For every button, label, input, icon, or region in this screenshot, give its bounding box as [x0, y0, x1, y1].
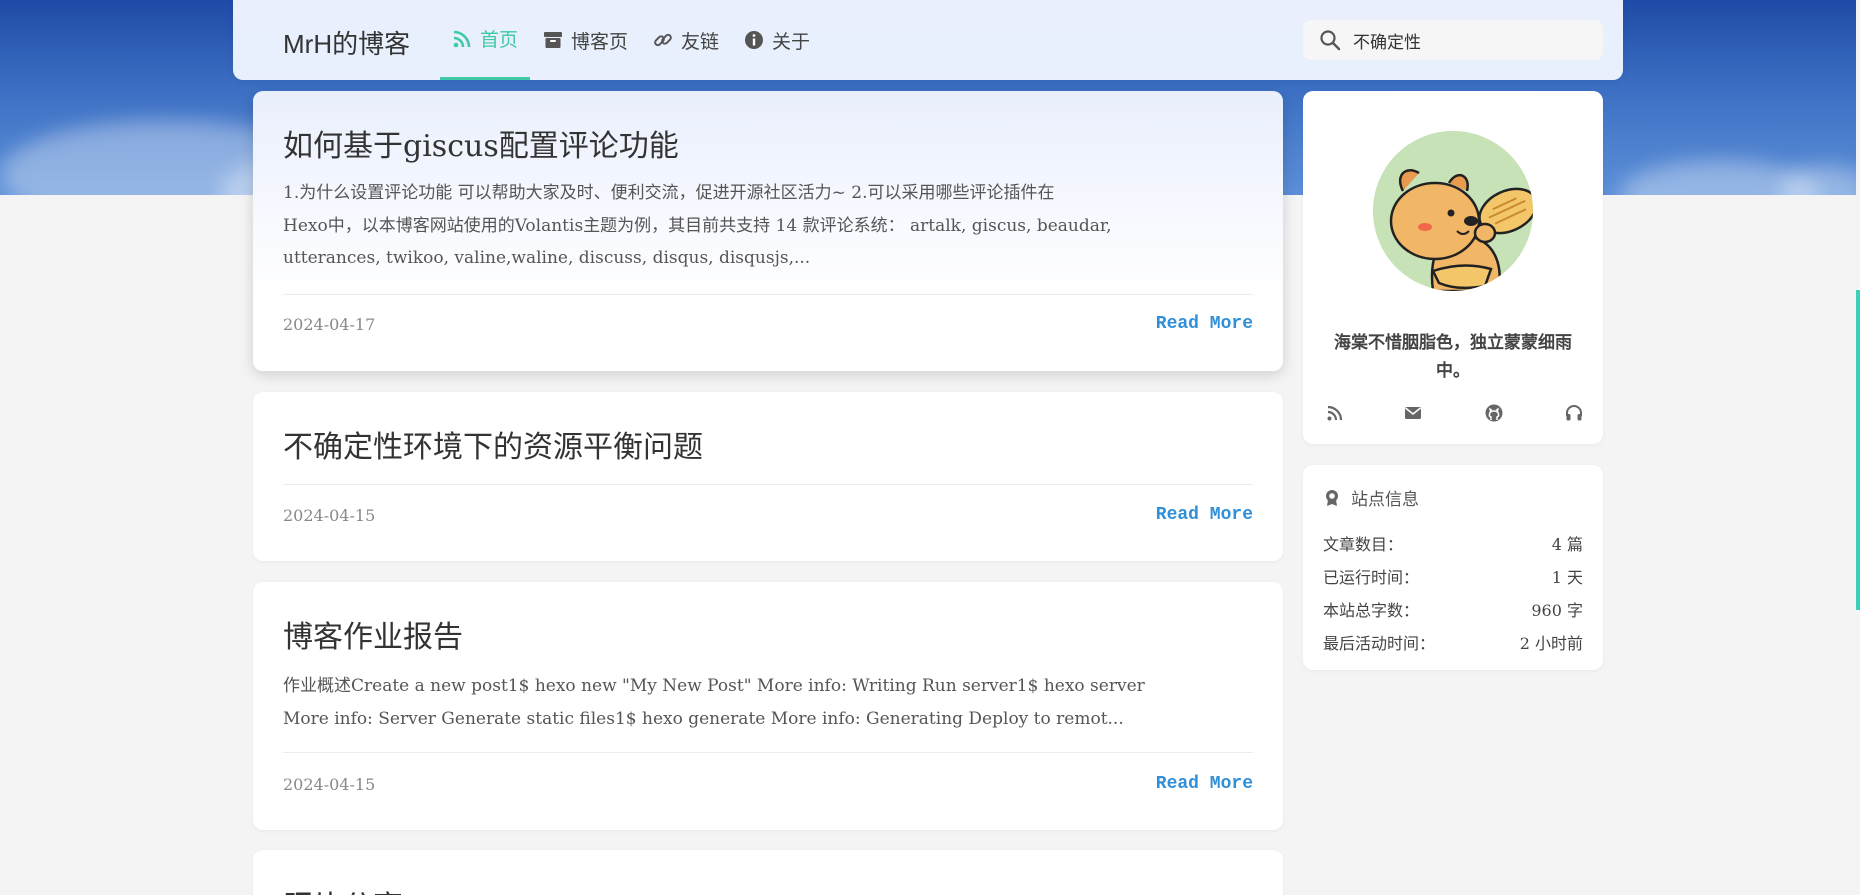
nav-blog-label: 博客页	[571, 30, 629, 53]
github-link[interactable]	[1482, 401, 1506, 425]
excerpt-line: 作业概述Create a new post1$ hexo new "My New…	[283, 676, 1145, 696]
excerpt-line: Hexo中，以本博客网站使用的Volantis主题为例，其目前共支持 14 款评…	[283, 215, 1112, 236]
post-excerpt: 作业概述Create a new post1$ hexo new "My New…	[283, 670, 1253, 735]
stat-value: 2 小时前	[1519, 634, 1583, 653]
link-icon	[654, 33, 672, 47]
post-card[interactable]: 照片分享	[253, 850, 1283, 895]
email-link[interactable]	[1401, 401, 1425, 425]
post-title[interactable]: 如何基于giscus配置评论功能	[283, 121, 679, 165]
rss-icon	[453, 30, 471, 47]
stat-row: 最后活动时间： 2 小时前	[1323, 630, 1583, 654]
post-date: 2024-04-17	[283, 315, 376, 334]
profile-card: 海棠不惜胭脂色，独立蒙蒙细雨中。	[1303, 91, 1603, 444]
read-more-link[interactable]: Read More	[1156, 314, 1253, 334]
stat-value: 960 字	[1531, 601, 1583, 620]
post-title[interactable]: 照片分享	[283, 882, 403, 895]
post-excerpt: 1.为什么设置评论功能 可以帮助大家及时、便利交流，促进开源社区活力~ 2.可以…	[283, 177, 1253, 275]
nav-home[interactable]: 首页	[440, 0, 530, 80]
nav-home-label: 首页	[479, 29, 518, 51]
nav-links-label: 友链	[681, 30, 720, 53]
card-divider	[283, 484, 1253, 485]
info-icon	[745, 31, 763, 49]
stat-label: 已运行时间：	[1323, 568, 1420, 587]
headphones-icon	[1566, 405, 1582, 421]
search-icon	[1320, 30, 1341, 51]
stat-label: 最后活动时间：	[1323, 634, 1436, 653]
site-info-heading: 站点信息	[1323, 485, 1419, 510]
read-more-link[interactable]: Read More	[1156, 774, 1253, 794]
post-title[interactable]: 博客作业报告	[283, 612, 463, 656]
post-card[interactable]: 不确定性环境下的资源平衡问题 2024-04-15 Read More	[253, 392, 1283, 561]
stat-row: 已运行时间： 1 天	[1323, 564, 1583, 588]
post-date: 2024-04-15	[283, 506, 376, 525]
archive-icon	[544, 32, 562, 48]
rss-link[interactable]	[1323, 401, 1347, 425]
excerpt-line: More info: Server Generate static files1…	[283, 708, 1124, 729]
scrollbar-thumb[interactable]	[1856, 290, 1860, 610]
rss-icon	[1327, 405, 1343, 421]
stat-label: 本站总字数：	[1323, 601, 1420, 620]
award-icon	[1326, 489, 1338, 506]
stat-row: 本站总字数： 960 字	[1323, 597, 1583, 621]
profile-motto: 海棠不惜胭脂色，独立蒙蒙细雨中。	[1334, 333, 1572, 381]
site-brand[interactable]: MrH的博客	[283, 24, 410, 61]
post-card[interactable]: 博客作业报告 作业概述Create a new post1$ hexo new …	[253, 582, 1283, 830]
stat-value: 4 篇	[1551, 535, 1583, 554]
avatar-illustration	[1373, 131, 1533, 291]
card-divider	[283, 752, 1253, 753]
nav-about-label: 关于	[772, 30, 811, 53]
avatar[interactable]	[1373, 131, 1533, 291]
card-divider	[283, 294, 1253, 295]
site-info-card: 站点信息 文章数目： 4 篇 已运行时间： 1 天 本站总字数： 960 字 最…	[1303, 465, 1603, 670]
search-box[interactable]	[1303, 20, 1603, 60]
scrollbar-track[interactable]	[1856, 0, 1860, 895]
stat-row: 文章数目： 4 篇	[1323, 531, 1583, 555]
excerpt-line: 1.为什么设置评论功能 可以帮助大家及时、便利交流，促进开源社区活力~ 2.可以…	[283, 183, 1055, 203]
stat-value: 1 天	[1551, 568, 1583, 587]
search-input[interactable]	[1351, 29, 1585, 51]
read-more-link[interactable]: Read More	[1156, 505, 1253, 525]
email-icon	[1405, 407, 1421, 419]
excerpt-line: utterances, twikoo, valine,waline, discu…	[283, 248, 811, 268]
navbar: MrH的博客 首页 博客页 友链 关于	[233, 0, 1623, 80]
site-info-title: 站点信息	[1351, 490, 1419, 510]
post-card[interactable]: 如何基于giscus配置评论功能 1.为什么设置评论功能 可以帮助大家及时、便利…	[253, 91, 1283, 371]
github-icon	[1485, 404, 1503, 422]
post-title[interactable]: 不确定性环境下的资源平衡问题	[283, 422, 703, 466]
music-link[interactable]	[1562, 401, 1586, 425]
nav-blog[interactable]: 博客页	[543, 0, 628, 80]
nav-about[interactable]: 关于	[744, 0, 810, 80]
post-date: 2024-04-15	[283, 775, 376, 794]
stat-label: 文章数目：	[1323, 535, 1404, 554]
nav-links[interactable]: 友链	[653, 0, 719, 80]
